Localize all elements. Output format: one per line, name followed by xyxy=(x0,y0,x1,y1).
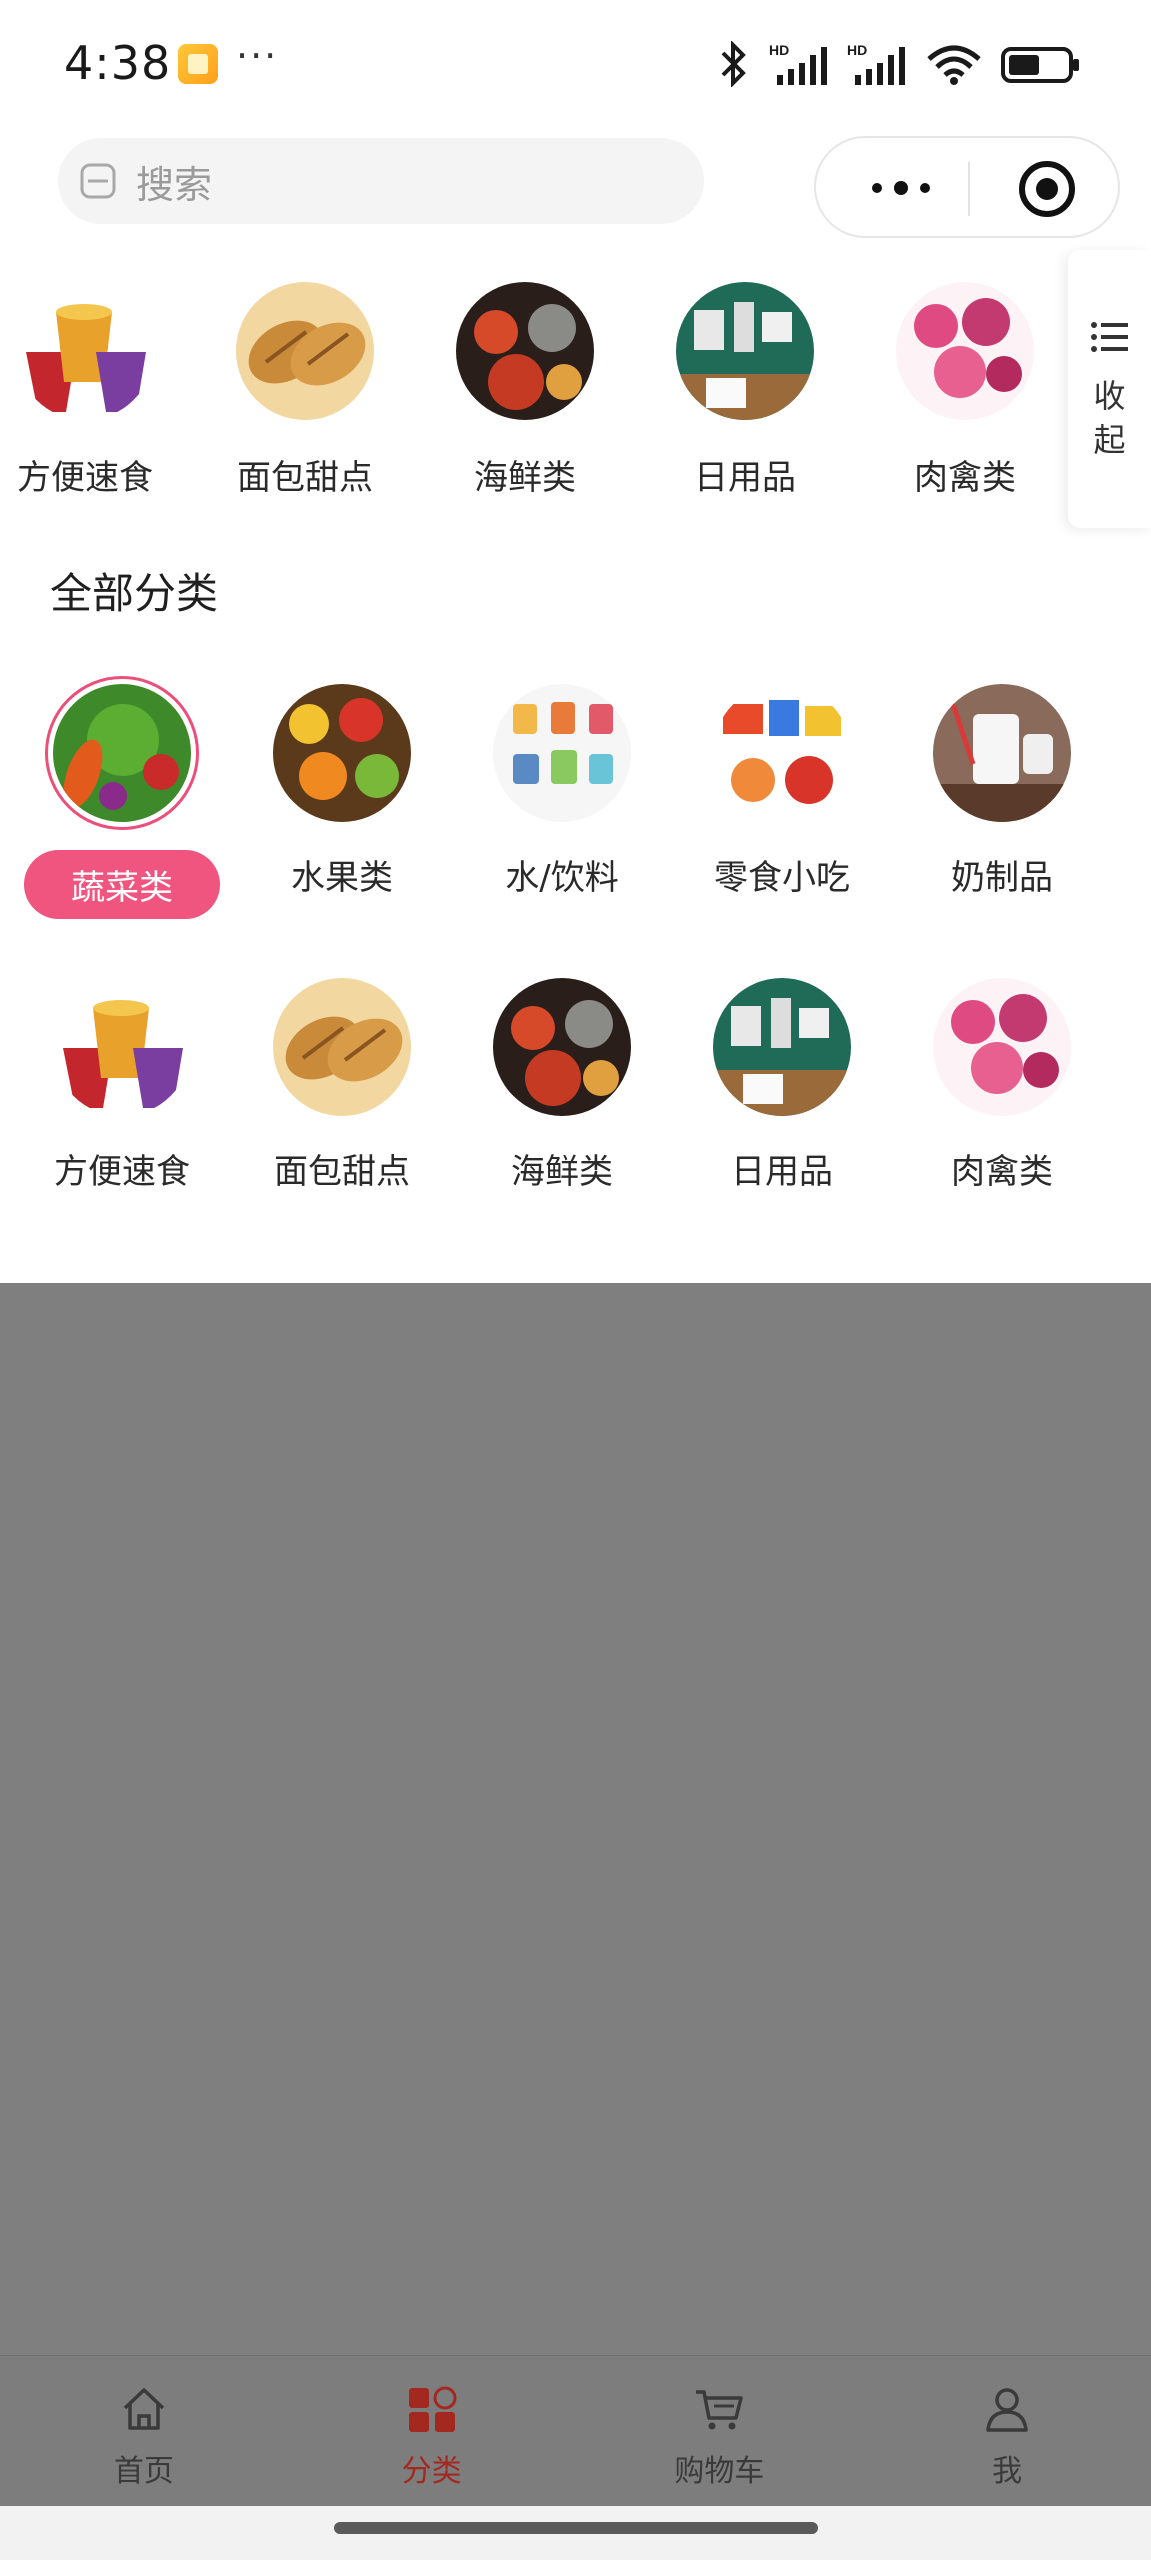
more-menu-button[interactable] xyxy=(856,168,946,208)
wifi-icon xyxy=(927,45,981,85)
vegetables-image xyxy=(53,684,191,822)
tab-me[interactable]: 我 xyxy=(863,2356,1151,2507)
category-label: 方便速食 xyxy=(54,1152,190,1192)
drinks-image xyxy=(493,684,631,822)
top-category-item[interactable]: 肉禽类 xyxy=(870,282,1060,499)
list-icon xyxy=(1090,322,1128,352)
status-bar: 4:38 ··· HD HD xyxy=(0,0,1151,130)
miniprogram-capsule xyxy=(814,136,1120,238)
selected-category-pill: 蔬菜类 xyxy=(24,850,220,919)
cart-icon xyxy=(696,2390,744,2430)
seafood-image xyxy=(456,282,594,420)
notification-app-icon xyxy=(178,44,218,84)
category-item[interactable]: 零食小吃 xyxy=(672,684,892,899)
search-placeholder: 搜索 xyxy=(136,162,213,207)
bread-image xyxy=(236,282,374,420)
meat-image xyxy=(896,282,1034,420)
tab-cart[interactable]: 购物车 xyxy=(576,2356,864,2507)
tab-home-label: 首页 xyxy=(113,2454,174,2489)
top-category-item[interactable]: 海鲜类 xyxy=(430,282,620,499)
category-label: 水果类 xyxy=(291,858,393,898)
category-label: 零食小吃 xyxy=(714,858,850,898)
tab-category-label: 分类 xyxy=(401,2454,462,2489)
category-item[interactable]: 水果类 xyxy=(232,684,452,899)
snacks-image xyxy=(713,684,851,822)
category-item[interactable]: 方便速食 xyxy=(12,978,232,1193)
top-category-label: 海鲜类 xyxy=(474,458,576,498)
home-indicator[interactable] xyxy=(334,2522,818,2534)
category-item-selected[interactable]: 蔬菜类 xyxy=(12,676,232,919)
meat-image xyxy=(933,978,1071,1116)
daily-goods-image xyxy=(713,978,851,1116)
user-icon xyxy=(986,2388,1028,2432)
category-item[interactable]: 日用品 xyxy=(672,978,892,1193)
signal-hd-icon: HD xyxy=(769,42,827,85)
tab-home[interactable]: 首页 xyxy=(0,2356,288,2507)
top-category-item[interactable]: 面包甜点 xyxy=(210,282,400,499)
system-icons: HD HD xyxy=(717,38,1081,90)
top-category-label: 面包甜点 xyxy=(237,458,373,498)
bottom-tab-bar: 首页 分类 购物车 我 xyxy=(0,2355,1151,2507)
battery-icon xyxy=(1001,47,1079,83)
bread-image xyxy=(273,978,411,1116)
top-category-label: 肉禽类 xyxy=(914,458,1016,498)
home-icon xyxy=(123,2388,165,2430)
seafood-image xyxy=(493,978,631,1116)
section-title: 全部分类 xyxy=(50,569,219,618)
category-page: 4:38 ··· HD HD 搜索 方便速食 面包甜点 海鲜类 日用品 肉禽类 … xyxy=(0,0,1151,2560)
tab-cart-label: 购物车 xyxy=(674,2454,765,2489)
svg-text:HD: HD xyxy=(769,42,789,58)
category-item[interactable]: 水/饮料 xyxy=(452,684,672,899)
tab-category[interactable]: 分类 xyxy=(288,2356,576,2507)
collapse-label: 收起 xyxy=(1093,377,1126,459)
category-label: 奶制品 xyxy=(951,858,1053,898)
search-input[interactable]: 搜索 xyxy=(58,138,704,224)
category-item[interactable]: 面包甜点 xyxy=(232,978,452,1193)
category-label: 面包甜点 xyxy=(274,1152,410,1192)
capsule-divider xyxy=(968,162,970,216)
top-category-label: 日用品 xyxy=(694,458,796,498)
bluetooth-icon xyxy=(721,41,746,87)
instant-food-image xyxy=(16,282,154,420)
category-item[interactable]: 海鲜类 xyxy=(452,978,672,1193)
daily-goods-image xyxy=(676,282,814,420)
category-label: 海鲜类 xyxy=(511,1152,613,1192)
dairy-image xyxy=(933,684,1071,822)
top-category-item[interactable]: 日用品 xyxy=(650,282,840,499)
category-label: 肉禽类 xyxy=(951,1152,1053,1192)
search-icon xyxy=(80,163,116,199)
svg-text:HD: HD xyxy=(847,42,867,58)
status-time: 4:38 xyxy=(64,36,172,90)
fruits-image xyxy=(273,684,411,822)
category-icon xyxy=(408,2386,457,2432)
tab-me-label: 我 xyxy=(992,2454,1023,2489)
top-category-scroller[interactable]: 方便速食 面包甜点 海鲜类 日用品 肉禽类 xyxy=(0,282,1070,512)
status-more-dots: ··· xyxy=(236,34,279,78)
close-miniprogram-button[interactable] xyxy=(1016,158,1078,220)
category-item[interactable]: 奶制品 xyxy=(892,684,1112,899)
top-category-item[interactable]: 方便速食 xyxy=(0,282,180,499)
collapse-button[interactable]: 收起 xyxy=(1068,250,1151,528)
instant-food-image xyxy=(53,978,191,1116)
dim-overlay[interactable] xyxy=(0,1283,1151,2506)
category-item[interactable]: 肉禽类 xyxy=(892,978,1112,1193)
category-label: 水/饮料 xyxy=(505,858,619,898)
signal-hd-icon: HD xyxy=(847,42,905,85)
category-label: 日用品 xyxy=(731,1152,833,1192)
top-category-label: 方便速食 xyxy=(17,458,153,498)
